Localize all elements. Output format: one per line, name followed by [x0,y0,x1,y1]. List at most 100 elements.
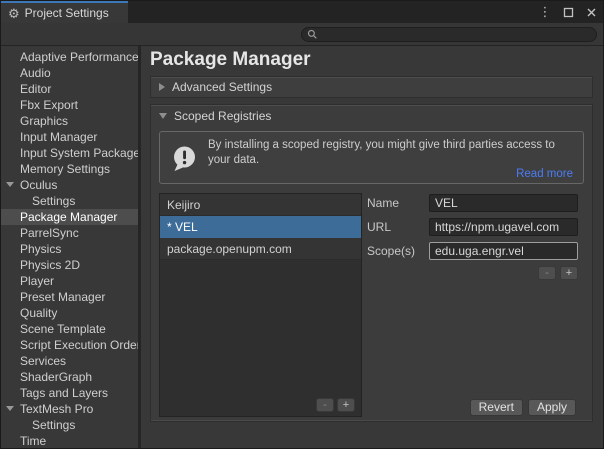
more-menu-icon[interactable]: ⋮ [538,4,552,20]
name-input[interactable] [429,194,578,212]
toolbar [1,23,603,46]
sidebar-item-graphics[interactable]: Graphics [1,113,138,129]
sidebar-item-label: Oculus [20,178,57,192]
sidebar-item-adaptive-performance[interactable]: Adaptive Performance [1,49,138,65]
sidebar-item-label: Preset Manager [20,290,105,304]
registry-row-vel[interactable]: * VEL [160,216,361,238]
sidebar-item-physics[interactable]: Physics [1,241,138,257]
sidebar-item-script-execution-order[interactable]: Script Execution Order [1,337,138,353]
scope-s-input[interactable] [429,242,578,260]
registry-row-keijiro[interactable]: Keijiro [160,194,361,216]
warning-bubble-icon [171,145,198,173]
add-scope-button[interactable]: + [560,266,578,280]
sidebar-item-label: Input Manager [20,130,97,144]
remove-scope-button[interactable]: - [538,266,556,280]
sidebar-item-label: Settings [32,194,75,208]
sidebar-item-player[interactable]: Player [1,273,138,289]
sidebar-item-settings[interactable]: Settings [1,193,138,209]
warning-text: By installing a scoped registry, you mig… [208,138,573,168]
sidebar-item-time[interactable]: Time [1,433,138,449]
window-controls: ⋮ [538,1,598,23]
sidebar-item-audio[interactable]: Audio [1,65,138,81]
scoped-registries-label: Scoped Registries [174,109,271,123]
apply-button[interactable]: Apply [528,399,576,416]
chevron-down-icon [159,113,167,119]
tab-project-settings[interactable]: ⚙ Project Settings [1,1,128,23]
sidebar-item-label: Time [20,434,46,448]
registry-details: Name URL Scope(s) - + [367,194,578,280]
project-settings-window: ⚙ Project Settings ⋮ Adaptive Performanc… [0,0,604,449]
sidebar-item-shadergraph[interactable]: ShaderGraph [1,369,138,385]
sidebar-item-physics-2d[interactable]: Physics 2D [1,257,138,273]
scoped-registries-foldout[interactable]: Scoped Registries [151,105,592,127]
sidebar-item-label: Editor [20,82,51,96]
chevron-right-icon [159,83,165,91]
scope-buttons: - + [367,266,578,280]
sidebar-item-label: Audio [20,66,51,80]
revert-button[interactable]: Revert [470,399,523,416]
sidebar-item-parrelsync[interactable]: ParrelSync [1,225,138,241]
foldout-arrow-icon[interactable] [6,182,14,187]
sidebar-item-label: Settings [32,418,75,432]
sidebar-item-textmesh-pro[interactable]: TextMesh Pro [1,401,138,417]
window-body: Adaptive Performance Audio Editor Fbx Expor… [1,46,603,449]
search-input[interactable] [301,27,597,42]
sidebar-item-label: Player [20,274,54,288]
sidebar-item-input-system-package[interactable]: Input System Package [1,145,138,161]
sidebar-item-label: Tags and Layers [20,386,108,400]
sidebar-item-label: Adaptive Performance [20,50,138,64]
sidebar-item-editor[interactable]: Editor [1,81,138,97]
sidebar-item-oculus[interactable]: Oculus [1,177,138,193]
close-icon[interactable] [584,4,598,20]
sidebar-item-label: Package Manager [20,210,117,224]
sidebar-item-label: Quality [20,306,57,320]
add-registry-button[interactable]: + [337,398,355,412]
page-title: Package Manager [150,49,311,71]
sidebar-item-fbx-export[interactable]: Fbx Export [1,97,138,113]
scoped-registries-group: Scoped Registries By installing a scoped… [150,104,593,422]
sidebar-item-label: Fbx Export [20,98,78,112]
registry-list-footer: - + [316,398,355,412]
sidebar-item-label: Script Execution Order [20,338,138,352]
sidebar-item-quality[interactable]: Quality [1,305,138,321]
search-icon [307,29,318,40]
sidebar-item-settings[interactable]: Settings [1,417,138,433]
sidebar-item-label: Memory Settings [20,162,110,176]
sidebar-item-package-manager[interactable]: Package Manager [1,209,138,225]
gear-icon: ⚙ [8,7,20,20]
sidebar-item-memory-settings[interactable]: Memory Settings [1,161,138,177]
sidebar-item-label: Physics 2D [20,258,80,272]
sidebar-item-label: TextMesh Pro [20,402,93,416]
field-row-name: Name [367,194,578,212]
read-more-link[interactable]: Read more [516,168,573,180]
url-input[interactable] [429,218,578,236]
sidebar-item-scene-template[interactable]: Scene Template [1,321,138,337]
registry-row-package-openupm-com[interactable]: package.openupm.com [160,238,361,260]
sidebar-item-label: ShaderGraph [20,370,92,384]
sidebar-item-label: Services [20,354,66,368]
titlebar: ⚙ Project Settings ⋮ [1,1,603,23]
sidebar-item-services[interactable]: Services [1,353,138,369]
remove-registry-button[interactable]: - [316,398,334,412]
field-label: URL [367,220,429,234]
advanced-settings-foldout[interactable]: Advanced Settings [150,76,593,98]
sidebar-item-label: Scene Template [20,322,106,336]
action-buttons: Revert Apply [470,399,576,416]
sidebar-item-input-manager[interactable]: Input Manager [1,129,138,145]
sidebar-list: Adaptive Performance Audio Editor Fbx Expor… [1,49,138,449]
field-row-scope-s: Scope(s) [367,242,578,260]
sidebar-item-preset-manager[interactable]: Preset Manager [1,289,138,305]
sidebar-item-label: Graphics [20,114,68,128]
main-panel: Package Manager Advanced Settings Scoped… [141,46,603,449]
registry-rows: Keijiro* VELpackage.openupm.com [160,194,361,260]
advanced-settings-label: Advanced Settings [172,80,272,94]
warning-box: By installing a scoped registry, you mig… [159,131,584,184]
field-label: Name [367,196,429,210]
sidebar-item-label: Physics [20,242,61,256]
sidebar-item-tags-and-layers[interactable]: Tags and Layers [1,385,138,401]
maximize-icon[interactable] [561,4,575,20]
window-title: Project Settings [25,6,109,20]
foldout-arrow-icon[interactable] [6,406,14,411]
field-label: Scope(s) [367,244,429,258]
registry-list: Keijiro* VELpackage.openupm.com - + [159,193,362,417]
